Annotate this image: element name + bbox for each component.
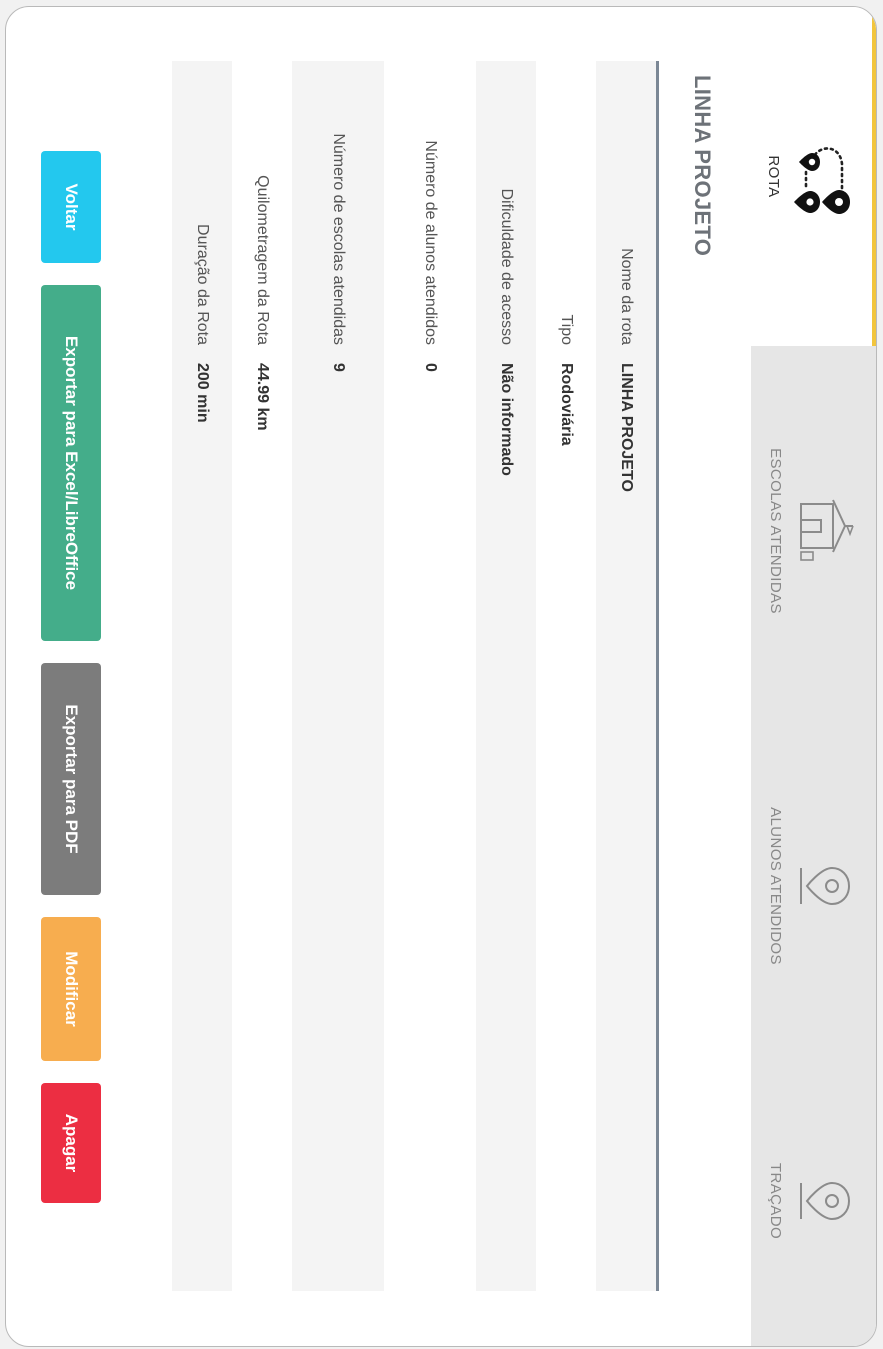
delete-button[interactable]: Apagar — [41, 1083, 101, 1203]
page-title: LINHA PROJETO — [690, 75, 715, 257]
tab-escolas-label: ESCOLAS ATENDIDAS — [767, 448, 784, 614]
page-canvas: ROTA ESCOLAS ATENDIDAS ALUNOS ATENDIDOS … — [0, 0, 883, 1349]
route-details-table: Nome da rota LINHA PROJETO Tipo Rodoviár… — [172, 61, 659, 1291]
detail-label: Número de alunos atendidos — [422, 140, 439, 345]
route-detail-card: ROTA ESCOLAS ATENDIDAS ALUNOS ATENDIDOS … — [5, 6, 877, 1347]
detail-label: Nome da rota — [618, 248, 635, 345]
detail-value: Rodoviária — [558, 363, 575, 446]
detail-label: Dificuldade de acesso — [498, 188, 515, 345]
table-row: Duração da Rota 200 min — [172, 61, 232, 1291]
back-button[interactable]: Voltar — [41, 151, 101, 263]
detail-label: Número de escolas atendidas — [330, 133, 347, 345]
tab-content: LINHA PROJETO Nome da rota LINHA PROJETO… — [6, 7, 751, 1346]
detail-value: Não informado — [498, 363, 515, 476]
detail-value: 44.99 km — [254, 363, 271, 431]
table-row: Número de alunos atendidos 0 — [384, 61, 476, 1291]
detail-label: Tipo — [558, 314, 575, 345]
export-pdf-button[interactable]: Exportar para PDF — [41, 663, 101, 895]
detail-value: 9 — [330, 363, 347, 372]
detail-value: 0 — [422, 363, 439, 372]
detail-label: Duração da Rota — [194, 224, 211, 345]
table-row: Número de escolas atendidas 9 — [292, 61, 384, 1291]
tab-alunos-label: ALUNOS ATENDIDOS — [767, 807, 784, 965]
tab-rota-label: ROTA — [765, 155, 782, 198]
tab-tracado[interactable]: TRAÇADO — [751, 1056, 876, 1346]
tab-rota[interactable]: ROTA — [751, 7, 876, 346]
school-icon — [790, 496, 860, 566]
table-row: Dificuldade de acesso Não informado — [476, 61, 536, 1291]
action-buttons: Voltar Exportar para Excel/LibreOffice E… — [41, 151, 101, 1211]
detail-value: LINHA PROJETO — [618, 363, 635, 492]
detail-value: 200 min — [194, 363, 211, 423]
tab-alunos-atendidos[interactable]: ALUNOS ATENDIDOS — [751, 716, 876, 1056]
table-row: Tipo Rodoviária — [536, 61, 596, 1291]
detail-label: Quilometragem da Rota — [254, 175, 271, 345]
export-excel-button[interactable]: Exportar para Excel/LibreOffice — [41, 285, 101, 641]
modify-button[interactable]: Modificar — [41, 917, 101, 1061]
tab-bar: ROTA ESCOLAS ATENDIDAS ALUNOS ATENDIDOS … — [751, 7, 876, 1346]
location-pin-icon — [790, 862, 860, 910]
tab-tracado-label: TRAÇADO — [767, 1162, 784, 1240]
table-row: Quilometragem da Rota 44.99 km — [232, 61, 292, 1291]
table-row: Nome da rota LINHA PROJETO — [596, 61, 656, 1291]
tab-escolas-atendidas[interactable]: ESCOLAS ATENDIDAS — [751, 346, 876, 716]
location-pin-icon — [790, 1177, 860, 1225]
route-icon — [788, 138, 858, 216]
